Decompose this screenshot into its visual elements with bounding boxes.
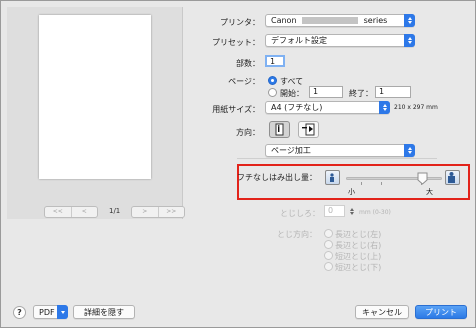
binding-margin-unit: mm (0-30)	[359, 209, 391, 216]
help-button[interactable]: ?	[13, 306, 26, 319]
binding-margin-label: とじしろ：	[280, 209, 320, 218]
popup-arrows-icon	[404, 34, 415, 47]
paper-size-label: 用紙サイズ：	[212, 105, 260, 114]
pages-from-label: 開始：	[280, 89, 304, 98]
binding-long-right-label: 長辺とじ(右)	[335, 241, 382, 250]
slider-tick	[361, 182, 362, 185]
printer-name-redacted	[302, 17, 359, 24]
paper-size-value: A4 (フチなし)	[271, 103, 323, 112]
presets-popup[interactable]: デフォルト設定	[265, 34, 415, 47]
preview-prev-nav: << <	[44, 206, 98, 218]
paper-size-popup[interactable]: A4 (フチなし)	[265, 101, 390, 114]
popup-arrows-icon	[404, 144, 415, 157]
printer-name-prefix: Canon	[271, 16, 297, 25]
section-popup[interactable]: ページ加工	[265, 144, 415, 157]
pages-all-radio[interactable]	[268, 76, 277, 85]
binding-long-left-radio[interactable]	[324, 229, 333, 238]
binding-long-left-label: 長辺とじ(左)	[335, 230, 382, 239]
preview-panel: << < 1/1 > >>	[7, 7, 185, 219]
pages-label: ページ：	[228, 77, 260, 86]
popup-arrows-icon	[379, 101, 390, 114]
pages-range-radio[interactable]	[268, 88, 277, 97]
presets-label: プリセット：	[212, 38, 260, 47]
printer-name-suffix: series	[363, 16, 388, 25]
popup-arrows-icon	[404, 14, 415, 27]
pdf-label: PDF	[39, 307, 55, 317]
page-preview	[39, 15, 151, 179]
next-page-button[interactable]: >	[132, 207, 158, 217]
binding-margin-stepper[interactable]	[348, 205, 355, 217]
borderless-extension-label: フチなしはみ出し量：	[237, 173, 317, 182]
orientation-label: 方向：	[236, 128, 260, 137]
slider-max-label: 大	[426, 188, 433, 196]
previous-page-button[interactable]: <	[70, 207, 98, 217]
section-value: ページ加工	[271, 146, 311, 155]
pages-to-field[interactable]: 1	[375, 86, 411, 98]
binding-side-label: とじ方向：	[277, 230, 317, 239]
hide-details-button[interactable]: 詳細を隠す	[73, 305, 135, 319]
landscape-button[interactable]	[298, 121, 319, 138]
first-page-button[interactable]: <<	[45, 207, 71, 217]
preview-next-nav: > >>	[131, 206, 185, 218]
printer-label: プリンタ：	[220, 18, 260, 27]
binding-short-bottom-radio[interactable]	[324, 262, 333, 271]
slider-tick	[381, 182, 382, 185]
print-button[interactable]: プリント	[415, 305, 467, 319]
portrait-icon	[275, 123, 284, 136]
copies-field[interactable]: 1	[265, 55, 285, 67]
last-page-button[interactable]: >>	[157, 207, 185, 217]
landscape-icon	[302, 123, 315, 136]
printer-popup[interactable]: Canon series	[265, 14, 415, 27]
pages-all-label: すべて	[280, 77, 304, 86]
print-dialog: << < 1/1 > >> プリンタ： Canon series プリセット： …	[0, 0, 476, 328]
binding-margin-field[interactable]: 0	[324, 205, 345, 217]
presets-value: デフォルト設定	[271, 36, 327, 45]
pages-from-field[interactable]: 1	[309, 86, 343, 98]
slider-min-label: 小	[348, 188, 355, 196]
pdf-button[interactable]: PDF	[33, 305, 68, 319]
section-divider	[237, 158, 437, 159]
cancel-button[interactable]: キャンセル	[355, 305, 409, 319]
copies-label: 部数：	[236, 59, 260, 68]
pages-to-label: 終了：	[349, 89, 373, 98]
portrait-button[interactable]	[269, 121, 290, 138]
extension-slider-thumb[interactable]	[417, 172, 428, 185]
binding-short-top-label: 短辺とじ(上)	[335, 252, 382, 261]
small-extension-icon	[325, 170, 340, 185]
large-extension-icon	[445, 170, 460, 185]
page-indicator: 1/1	[109, 207, 121, 215]
binding-short-bottom-label: 短辺とじ(下)	[335, 263, 382, 272]
binding-long-right-radio[interactable]	[324, 240, 333, 249]
paper-size-dimensions: 210 x 297 mm	[394, 104, 438, 111]
binding-short-top-radio[interactable]	[324, 251, 333, 260]
chevron-down-icon	[57, 305, 68, 319]
